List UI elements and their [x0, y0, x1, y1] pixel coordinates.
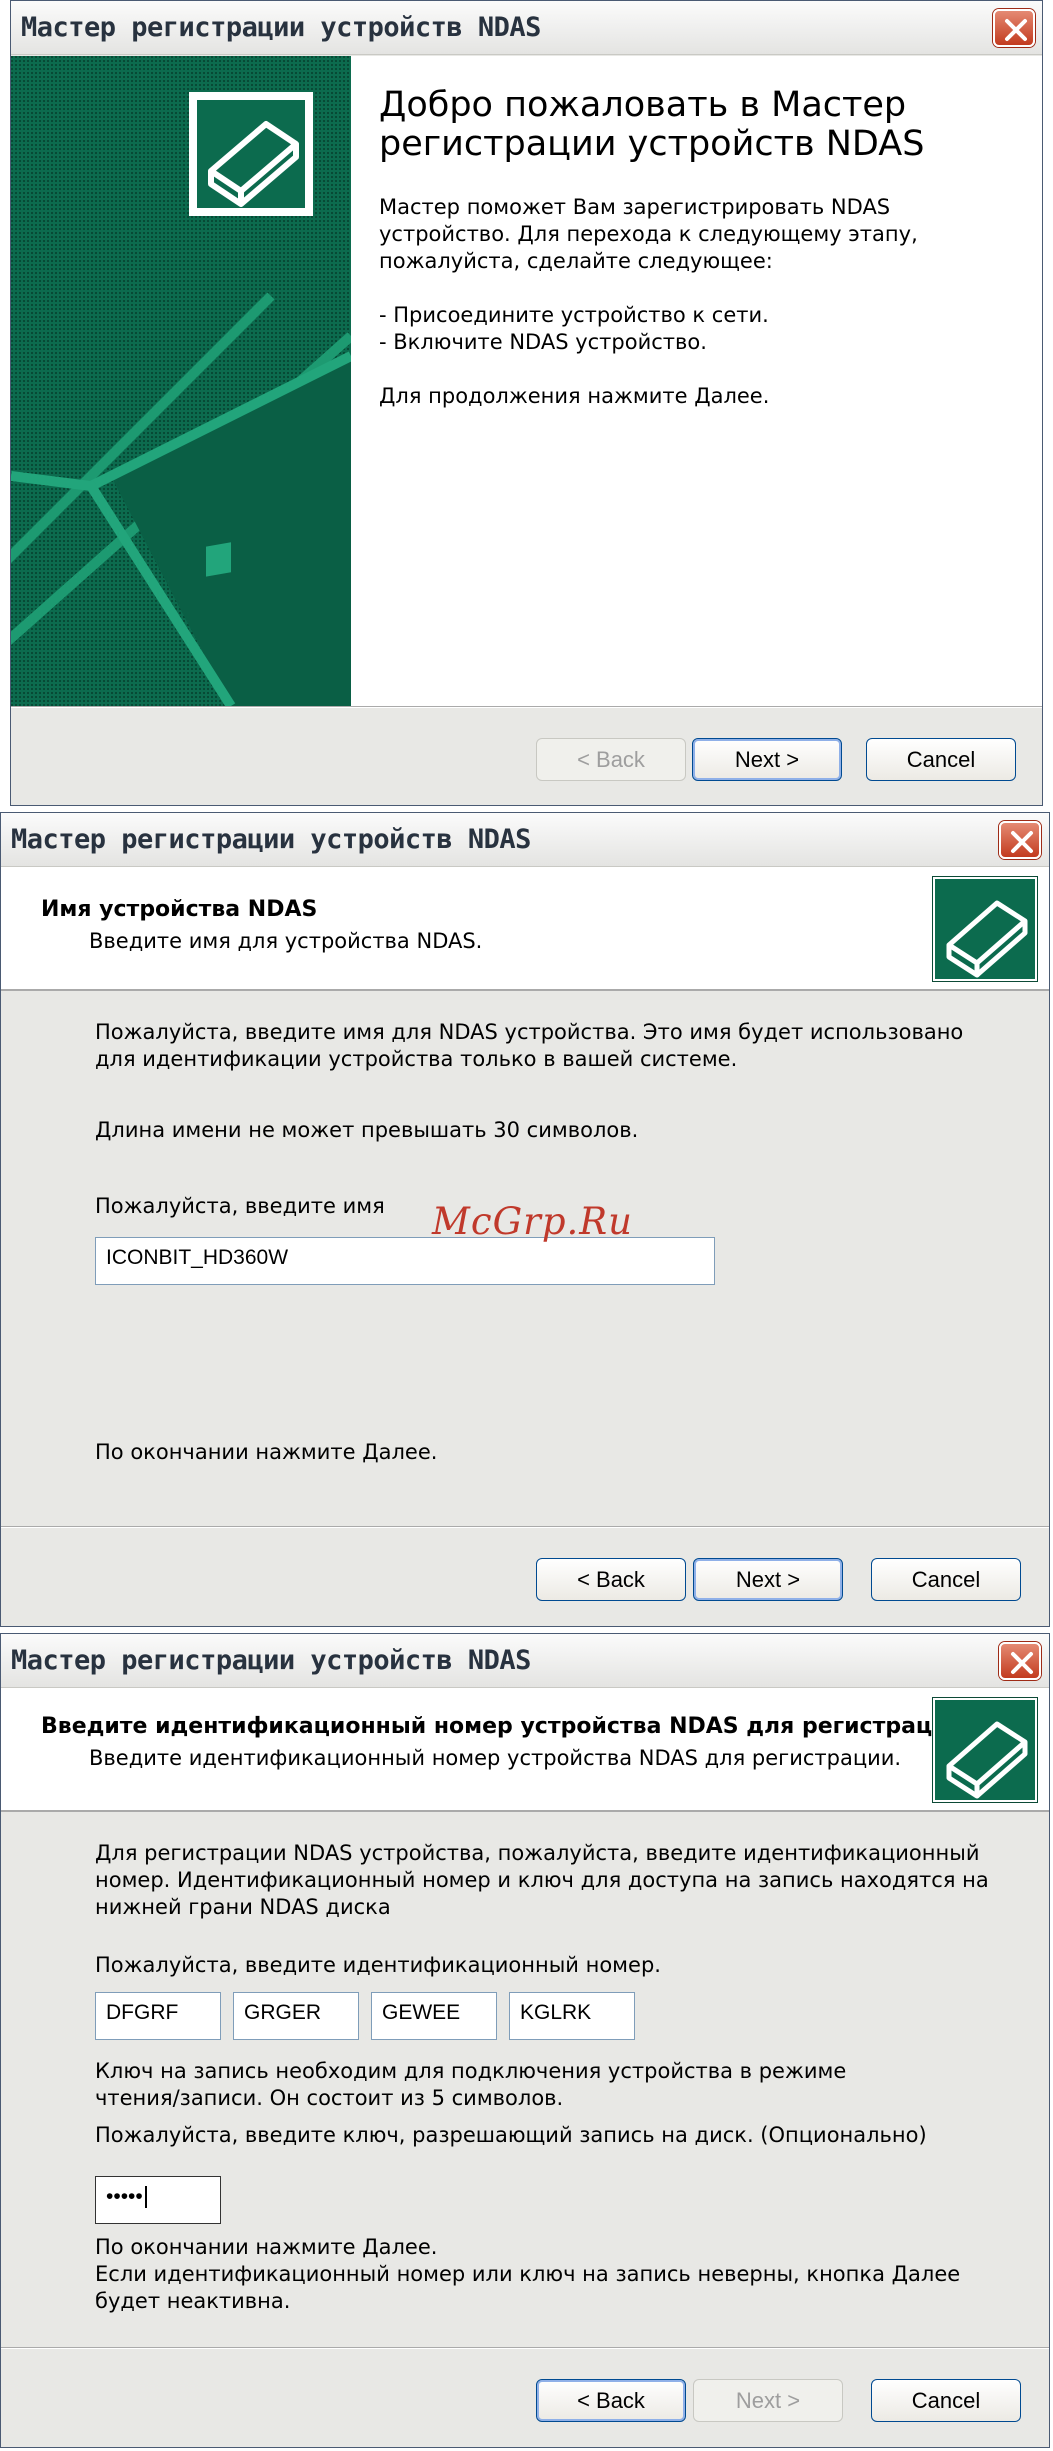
- watermark: McGrp.Ru: [432, 1200, 633, 1243]
- key-note: Ключ на запись необходим для подключения…: [95, 2059, 847, 2110]
- name-instructions: Пожалуйста, введите имя для NDAS устройс…: [95, 1020, 964, 1071]
- name-label: Пожалуйста, введите имя: [95, 1194, 385, 1218]
- name-length-note: Длина имени не может превышать 30 символ…: [95, 1118, 639, 1142]
- back-button-label: < Back: [577, 747, 645, 772]
- window-title: Мастер регистрации устройств NDAS: [11, 1645, 531, 1676]
- cancel-button[interactable]: Cancel: [871, 2379, 1021, 2422]
- next-button-label: Next >: [735, 2388, 801, 2413]
- text-cursor: [144, 2186, 147, 2209]
- header-pane: Введите идентификационный номер устройст…: [1, 1688, 1049, 1812]
- write-key-input[interactable]: •••••: [95, 2176, 221, 2224]
- welcome-pane: Добро пожаловать в Мастер регистрации ус…: [351, 56, 1042, 706]
- next-button-label: Next >: [735, 1567, 801, 1592]
- close-button[interactable]: [993, 9, 1035, 47]
- close-icon: [1011, 831, 1033, 853]
- header-title: Введите идентификационный номер устройст…: [41, 1714, 972, 1739]
- next-button-label: Next >: [734, 747, 800, 772]
- title-bar[interactable]: Мастер регистрации устройств NDAS: [1, 1634, 1049, 1688]
- cancel-button[interactable]: Cancel: [871, 1558, 1021, 1601]
- close-button[interactable]: [999, 1642, 1041, 1680]
- device-id-dialog: Мастер регистрации устройств NDAS Введит…: [0, 1633, 1050, 2448]
- footer-text: По окончании нажмите Далее. Если идентиф…: [95, 2235, 961, 2313]
- ndas-drive-illustration: [11, 56, 351, 706]
- back-button-label: < Back: [577, 2388, 645, 2413]
- separator: [1, 2347, 1049, 2349]
- title-bar[interactable]: Мастер регистрации устройств NDAS: [1, 813, 1049, 867]
- id-part-2-input[interactable]: GRGER: [233, 1992, 359, 2040]
- header-pane: Имя устройства NDAS Введите имя для устр…: [1, 867, 1049, 991]
- back-button[interactable]: < Back: [536, 2379, 686, 2422]
- close-button[interactable]: [999, 821, 1041, 859]
- cancel-button-label: Cancel: [911, 1567, 981, 1592]
- next-button[interactable]: Next >: [693, 1558, 843, 1601]
- key-label: Пожалуйста, введите ключ, разрешающий за…: [95, 2123, 927, 2147]
- id-instructions: Для регистрации NDAS устройства, пожалуй…: [95, 1841, 989, 1919]
- id-part-1-input[interactable]: DFGRF: [95, 1992, 221, 2040]
- write-key-value: •••••: [106, 2185, 143, 2208]
- header-subtitle: Введите имя для устройства NDAS.: [89, 929, 483, 953]
- id-part-3-input[interactable]: GEWEE: [371, 1992, 497, 2040]
- back-button[interactable]: < Back: [536, 738, 686, 781]
- back-button[interactable]: < Back: [536, 1558, 686, 1601]
- title-bar[interactable]: Мастер регистрации устройств NDAS: [11, 1, 1042, 55]
- back-button-label: < Back: [577, 1567, 645, 1592]
- id-part-4-input[interactable]: KGLRK: [509, 1992, 635, 2040]
- close-icon: [1005, 19, 1027, 41]
- separator: [11, 706, 1042, 708]
- header-subtitle: Введите идентификационный номер устройст…: [89, 1746, 902, 1770]
- id-label: Пожалуйста, введите идентификационный но…: [95, 1953, 661, 1977]
- footer-text: По окончании нажмите Далее.: [95, 1440, 438, 1464]
- ndas-drive-icon: [933, 1698, 1037, 1802]
- separator: [1, 1526, 1049, 1528]
- cancel-button-label: Cancel: [911, 2388, 981, 2413]
- window-title: Мастер регистрации устройств NDAS: [11, 824, 531, 855]
- welcome-dialog: Мастер регистрации устройств NDAS Добро …: [10, 0, 1043, 806]
- next-button[interactable]: Next >: [692, 738, 842, 781]
- window-title: Мастер регистрации устройств NDAS: [21, 12, 541, 43]
- wizard-art: [11, 56, 351, 706]
- next-button[interactable]: Next >: [693, 2379, 843, 2422]
- header-title: Имя устройства NDAS: [41, 897, 318, 922]
- cancel-button-label: Cancel: [906, 747, 976, 772]
- device-name-input[interactable]: ICONBIT_HD360W: [95, 1237, 715, 1285]
- welcome-title: Добро пожаловать в Мастер регистрации ус…: [379, 85, 925, 164]
- ndas-drive-icon: [933, 877, 1037, 981]
- welcome-text: Мастер поможет Вам зарегистрировать NDAS…: [379, 195, 918, 408]
- close-icon: [1011, 1652, 1033, 1674]
- cancel-button[interactable]: Cancel: [866, 738, 1016, 781]
